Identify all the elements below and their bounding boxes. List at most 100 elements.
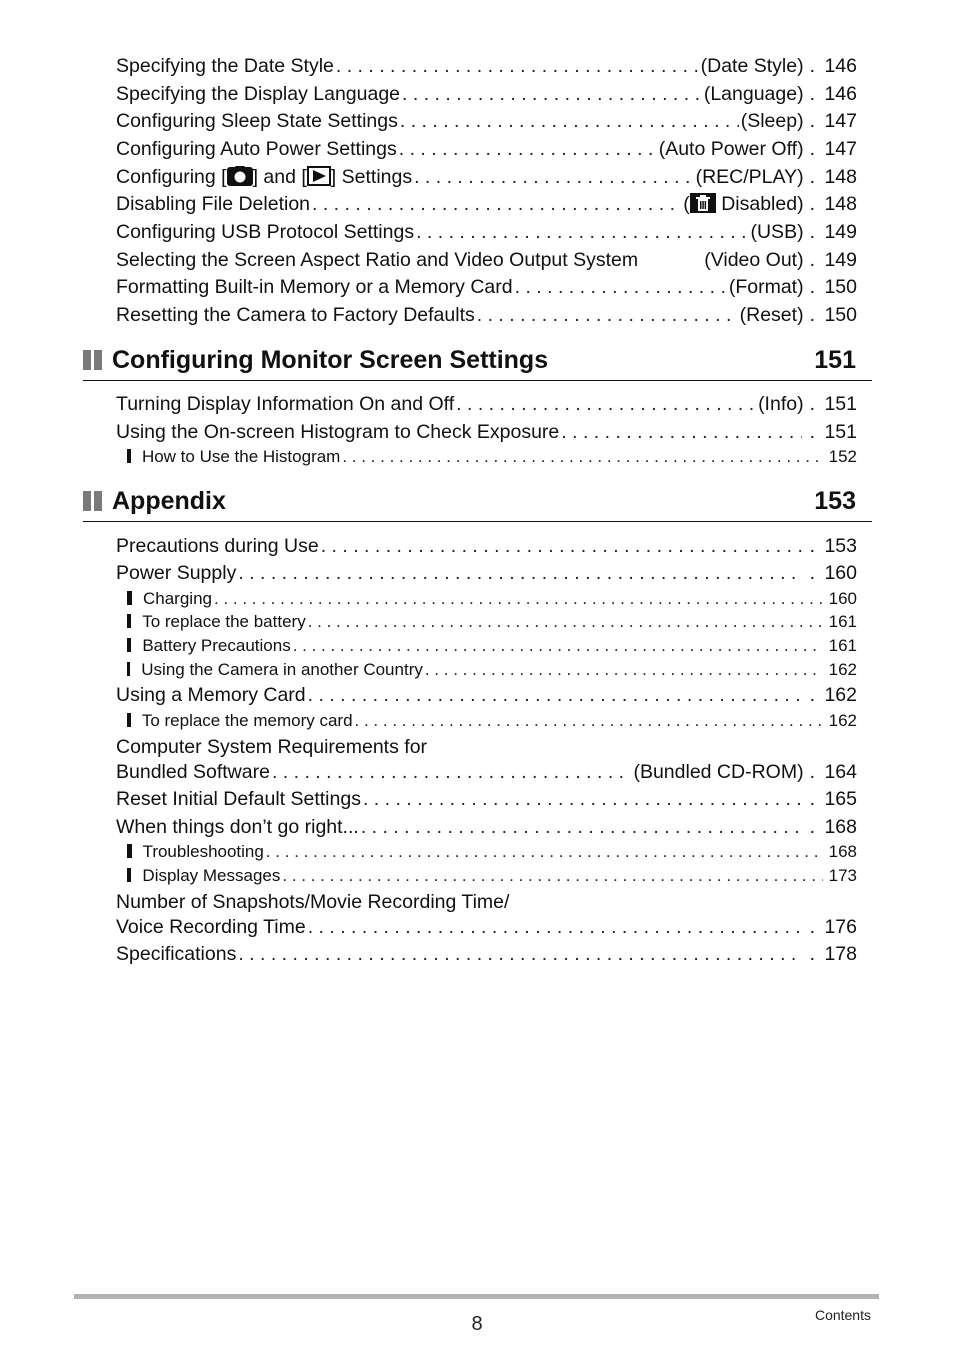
- toc-subentry[interactable]: Charging 160: [127, 588, 857, 610]
- separator-dot: .: [809, 304, 815, 326]
- entry-title: Battery Precautions: [142, 636, 291, 655]
- toc-entry[interactable]: Configuring USB Protocol Settings (USB) …: [116, 220, 857, 244]
- toc-entry[interactable]: Bundled Software (Bundled CD-ROM) . 164: [116, 760, 857, 784]
- bullet-icon: [127, 844, 132, 858]
- title-part: ] and [: [252, 166, 307, 188]
- toc-subentry[interactable]: Using the Camera in another Country 162: [127, 659, 857, 681]
- separator-dot: .: [809, 761, 815, 783]
- toc-entry[interactable]: Selecting the Screen Aspect Ratio and Vi…: [116, 248, 857, 272]
- entry-title: Formatting Built-in Memory or a Memory C…: [116, 276, 513, 298]
- camera-icon: [226, 166, 253, 192]
- entry-note: (Reset): [739, 304, 804, 326]
- toc-subentry[interactable]: Display Messages 173: [127, 865, 857, 887]
- dot-leader: [414, 165, 693, 189]
- entry-note: (Bundled CD-ROM): [633, 761, 804, 783]
- toc-subentry[interactable]: To replace the battery 161: [127, 611, 857, 633]
- toc-entry[interactable]: Specifying the Display Language (Languag…: [116, 82, 857, 106]
- entry-page: 151: [824, 421, 857, 443]
- toc-entry[interactable]: Reset Initial Default Settings . 165: [116, 787, 857, 811]
- entry-page: 147: [824, 110, 857, 132]
- toc-entry[interactable]: Disabling File Deletion ( Disabled) . 14…: [116, 192, 857, 219]
- toc-entry[interactable]: Precautions during Use . 153: [116, 534, 857, 558]
- section-heading-monitor[interactable]: Configuring Monitor Screen Settings 151: [83, 340, 872, 381]
- dot-leader: [336, 54, 699, 78]
- dot-leader: [308, 683, 802, 707]
- dot-leader: [402, 82, 702, 106]
- dot-leader: [214, 588, 823, 610]
- entry-title: Configuring [] and [] Settings: [116, 165, 412, 192]
- toc-entry[interactable]: When things don’t go right... . 168: [116, 815, 857, 839]
- title-part: ] Settings: [330, 166, 413, 188]
- dot-leader: [321, 534, 802, 558]
- entry-page: 150: [824, 304, 857, 326]
- separator-dot: .: [809, 55, 815, 77]
- toc-entry[interactable]: Power Supply . 160: [116, 561, 857, 585]
- toc-entry[interactable]: Configuring Auto Power Settings (Auto Po…: [116, 137, 857, 161]
- toc-entry[interactable]: Configuring [] and [] Settings (REC/PLAY…: [116, 165, 857, 192]
- dot-leader: [355, 710, 823, 732]
- bullet-icon: [127, 713, 131, 727]
- section-title: Appendix: [112, 487, 226, 515]
- dot-leader: [561, 420, 801, 444]
- entry-title: To replace the memory card: [141, 711, 353, 730]
- section-page: 153: [814, 487, 856, 515]
- entry-title: When things don’t go right...: [116, 816, 359, 838]
- entry-title: Precautions during Use: [116, 535, 319, 557]
- separator-dot: .: [809, 110, 815, 132]
- toc-subentry[interactable]: Troubleshooting 168: [127, 841, 857, 863]
- dot-leader: [308, 915, 802, 939]
- toc-entry[interactable]: Specifying the Date Style (Date Style) .…: [116, 54, 857, 78]
- toc-entry[interactable]: Resetting the Camera to Factory Defaults…: [116, 303, 857, 327]
- separator-dot: .: [809, 193, 815, 215]
- toc-entry[interactable]: Using a Memory Card . 162: [116, 683, 857, 707]
- entry-note: (Auto Power Off): [658, 138, 804, 160]
- entry-title: Configuring Auto Power Settings: [116, 138, 397, 160]
- entry-title: Using the On-screen Histogram to Check E…: [116, 421, 560, 443]
- entry-note: (Format): [728, 276, 804, 298]
- toc-entry[interactable]: Voice Recording Time . 176: [116, 915, 857, 939]
- page-number: 8: [471, 1313, 483, 1335]
- entry-page: 162: [824, 684, 857, 706]
- entry-page: 178: [824, 943, 857, 965]
- dot-leader: [308, 611, 823, 633]
- separator-dot: .: [809, 535, 815, 557]
- dot-leader: [272, 760, 632, 784]
- toc-entry[interactable]: Turning Display Information On and Off (…: [116, 392, 857, 416]
- entry-title: Specifying the Display Language: [116, 83, 401, 105]
- entry-title-line1: Computer System Requirements for: [116, 736, 428, 758]
- toc-entry[interactable]: Specifications . 178: [116, 942, 857, 966]
- dot-leader: [363, 787, 802, 811]
- toc-subentry[interactable]: How to Use the Histogram 152: [127, 446, 857, 468]
- section-marker-icon: [83, 350, 103, 370]
- entry-page: 146: [824, 55, 857, 77]
- entry-title: Display Messages: [142, 866, 281, 885]
- dot-leader: [238, 561, 801, 585]
- bullet-icon: [127, 591, 132, 605]
- entry-page: 176: [824, 916, 857, 938]
- toc-entry[interactable]: Using the On-screen Histogram to Check E…: [116, 420, 857, 444]
- entry-title: Reset Initial Default Settings: [116, 788, 361, 810]
- toc-subentry[interactable]: Battery Precautions 161: [127, 635, 857, 657]
- footer-section-label: Contents: [814, 1307, 871, 1323]
- dot-leader: [238, 942, 801, 966]
- separator-dot: .: [809, 421, 815, 443]
- toc-entry[interactable]: Configuring Sleep State Settings (Sleep)…: [116, 109, 857, 133]
- entry-page: 164: [824, 761, 857, 783]
- entry-note: (Info): [758, 393, 804, 415]
- separator-dot: .: [809, 166, 815, 188]
- toc-subentry[interactable]: To replace the memory card 162: [127, 710, 857, 732]
- bullet-icon: [127, 638, 132, 652]
- section-heading-appendix[interactable]: Appendix 153: [83, 481, 872, 522]
- separator-dot: .: [809, 916, 815, 938]
- entry-note: (REC/PLAY): [695, 166, 804, 188]
- entry-title: How to Use the Histogram: [141, 447, 341, 466]
- entry-title: Using a Memory Card: [116, 684, 306, 706]
- separator-dot: .: [809, 788, 815, 810]
- section-page: 151: [814, 346, 856, 374]
- entry-page: 161: [828, 612, 857, 631]
- entry-note: (Language): [703, 83, 804, 105]
- toc-entry[interactable]: Formatting Built-in Memory or a Memory C…: [116, 275, 857, 299]
- entry-title: Bundled Software: [116, 761, 270, 783]
- entry-title: Using the Camera in another Country: [141, 660, 423, 679]
- section-title: Configuring Monitor Screen Settings: [112, 346, 549, 374]
